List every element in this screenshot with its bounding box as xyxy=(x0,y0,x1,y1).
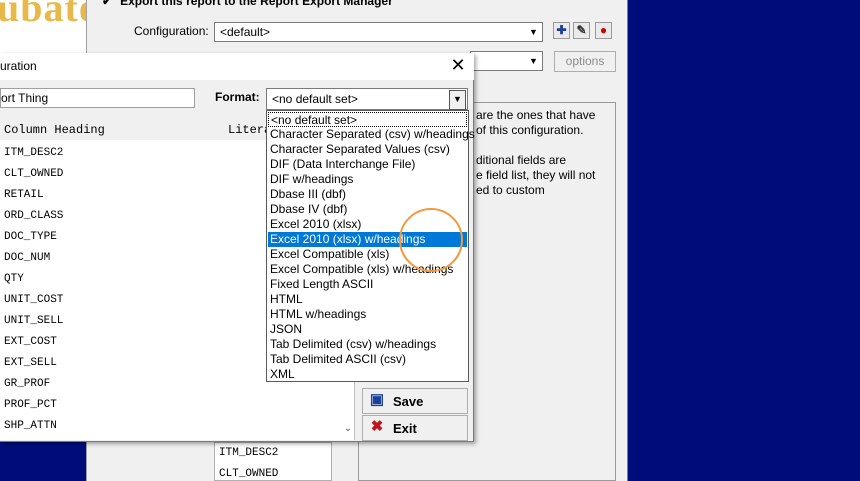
secondary-select[interactable]: ▼ xyxy=(470,51,543,71)
table-row[interactable]: DOC_NUM xyxy=(4,252,50,264)
configuration-label: Configuration: xyxy=(134,24,209,38)
help-text-line: are the ones that have xyxy=(476,108,596,122)
app-logo: ubato xyxy=(0,0,86,30)
format-select[interactable]: <no default set> ▼ xyxy=(266,88,468,110)
literal-header[interactable]: Litera xyxy=(228,123,271,137)
dropdown-option[interactable]: XML xyxy=(268,367,467,382)
dropdown-option[interactable]: HTML xyxy=(268,292,467,307)
background-panel xyxy=(0,30,86,55)
dropdown-option[interactable]: Tab Delimited (csv) w/headings xyxy=(268,337,467,352)
close-icon: ✖ xyxy=(370,418,384,435)
exit-label: Exit xyxy=(393,421,417,436)
configuration-name-field[interactable]: ort Thing xyxy=(0,88,195,108)
configuration-value: <default> xyxy=(220,25,271,39)
dialog-title: uration xyxy=(0,59,37,73)
dropdown-option[interactable]: Character Separated (csv) w/headings xyxy=(268,127,475,142)
table-row[interactable]: ORD_CLASS xyxy=(4,210,63,222)
table-row[interactable]: ITM_DESC2 xyxy=(4,147,63,159)
dropdown-option[interactable]: JSON xyxy=(268,322,467,337)
dropdown-option[interactable]: <no default set> xyxy=(268,112,467,127)
list-item[interactable]: CLT_OWNED xyxy=(219,468,278,480)
delete-configuration-button[interactable]: ● xyxy=(595,22,612,39)
dropdown-option[interactable]: Fixed Length ASCII xyxy=(268,277,467,292)
table-row[interactable]: RETAIL xyxy=(4,189,44,201)
checkmark-icon: ✔ xyxy=(102,0,113,8)
export-checkbox-row[interactable]: ✔ Export this report to the Report Export… xyxy=(102,0,393,8)
table-row[interactable]: QTY xyxy=(4,273,24,285)
dialog-title-bar xyxy=(0,53,474,80)
table-row[interactable]: CLT_OWNED xyxy=(4,168,63,180)
dropdown-option[interactable]: DIF (Data Interchange File) xyxy=(268,157,467,172)
add-configuration-button[interactable]: ✚ xyxy=(553,22,570,39)
close-icon[interactable]: ✕ xyxy=(448,56,468,76)
dropdown-option[interactable]: Dbase III (dbf) xyxy=(268,187,467,202)
dropdown-option[interactable]: HTML w/headings xyxy=(268,307,467,322)
export-checkbox-label: Export this report to the Report Export … xyxy=(120,0,393,8)
field-list[interactable]: ITM_DESC2 CLT_OWNED xyxy=(214,442,332,481)
format-value: <no default set> xyxy=(272,92,359,106)
dropdown-option[interactable]: Character Separated Values (csv) xyxy=(268,142,467,157)
table-row[interactable]: EXT_SELL xyxy=(4,357,57,369)
table-row[interactable]: DOC_TYPE xyxy=(4,231,57,243)
table-row[interactable]: PROF_PCT xyxy=(4,399,57,411)
help-text-line: ditional fields are xyxy=(476,153,567,167)
table-row[interactable]: EXT_COST xyxy=(4,336,57,348)
column-heading-header[interactable]: Column Heading xyxy=(4,123,105,137)
chevron-down-icon[interactable]: ▼ xyxy=(449,90,466,110)
save-button[interactable]: ▣ Save xyxy=(362,388,468,414)
click-highlight-ring xyxy=(399,208,463,272)
save-label: Save xyxy=(393,394,424,409)
help-text-line: e field list, they will not xyxy=(476,168,596,182)
table-row[interactable]: UNIT_SELL xyxy=(4,315,63,327)
logo-text: ubato xyxy=(0,0,86,30)
table-row[interactable]: GR_PROF xyxy=(4,378,50,390)
scroll-down-icon[interactable]: ⌄ xyxy=(342,423,354,437)
table-row[interactable]: UNIT_COST xyxy=(4,294,63,306)
list-item[interactable]: ITM_DESC2 xyxy=(219,447,278,459)
edit-configuration-button[interactable]: ✎ xyxy=(573,22,590,39)
options-button[interactable]: options xyxy=(554,51,616,72)
format-label: Format: xyxy=(215,90,260,104)
dropdown-option[interactable]: DIF w/headings xyxy=(268,172,467,187)
chevron-down-icon[interactable]: ▼ xyxy=(526,24,541,40)
dropdown-option[interactable]: Tab Delimited ASCII (csv) xyxy=(268,352,467,367)
save-icon: ▣ xyxy=(369,391,385,408)
exit-button[interactable]: ✖ Exit xyxy=(362,415,468,441)
help-text-line: of this configuration. xyxy=(476,123,584,137)
configuration-select[interactable]: <default> ▼ xyxy=(214,22,543,42)
chevron-down-icon[interactable]: ▼ xyxy=(526,53,541,69)
help-text-line: ed to custom xyxy=(476,183,545,197)
table-row[interactable]: SHP_ATTN xyxy=(4,420,57,432)
